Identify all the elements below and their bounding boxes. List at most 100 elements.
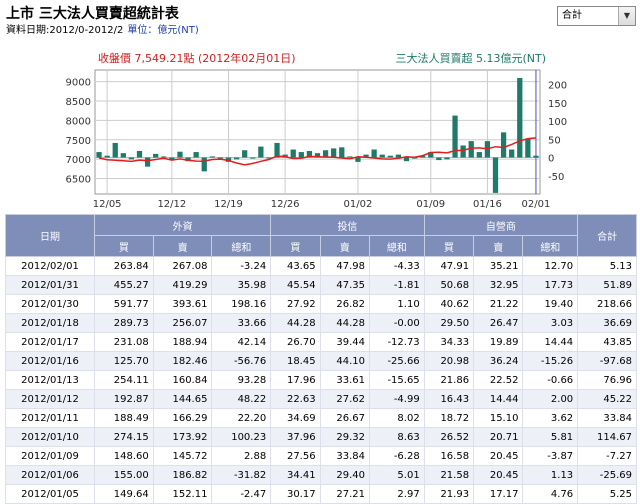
row-value-cell: 256.07 <box>152 313 213 333</box>
x-tick-label: 12/26 <box>271 199 300 210</box>
row-value-cell: 36.69 <box>577 313 637 333</box>
row-value-cell: 155.00 <box>94 465 154 485</box>
row-value-cell: -3.87 <box>522 446 579 466</box>
row-value-cell: 591.77 <box>94 294 154 314</box>
row-date-cell: 2012/01/09 <box>5 446 95 466</box>
row-value-cell: 20.45 <box>473 446 524 466</box>
row-value-cell: -31.82 <box>211 465 272 485</box>
row-date-cell: 2012/01/05 <box>5 484 95 504</box>
table-row: 2012/01/05 149.64 152.11 -2.47 30.17 27.21 2.9… <box>5 484 637 504</box>
date-range: 資料日期:2012/0-2012/2 <box>6 25 124 36</box>
right-tick-label: 100 <box>548 117 567 128</box>
col-header-total: 合計 <box>577 214 637 257</box>
row-value-cell: 44.10 <box>319 351 370 371</box>
net-buy-bar <box>209 156 215 158</box>
row-value-cell: -2.47 <box>211 484 272 504</box>
row-value-cell: 26.82 <box>319 294 370 314</box>
net-buy-bar <box>144 157 151 167</box>
right-tick-label: 50 <box>548 135 561 146</box>
row-value-cell: 93.28 <box>211 370 272 390</box>
row-value-cell: 27.56 <box>270 446 321 466</box>
row-value-cell: 35.21 <box>473 256 524 276</box>
net-buy-bar <box>104 155 110 158</box>
left-tick-label: 9000 <box>66 78 91 89</box>
row-value-cell: 18.45 <box>270 351 321 371</box>
net-buy-bar <box>517 78 523 158</box>
plot-frame <box>94 69 541 195</box>
row-value-cell: 20.45 <box>473 465 524 485</box>
net-buy-bar <box>379 154 385 158</box>
row-value-cell: 8.63 <box>368 427 425 447</box>
table-row: 2012/01/31 455.27 419.29 35.98 45.54 47.35 -1.… <box>5 275 637 295</box>
row-value-cell: 182.46 <box>152 351 213 371</box>
table-row: 2012/01/09 148.60 145.72 2.88 27.56 33.84 -6.2… <box>5 446 637 466</box>
net-buy-bar <box>500 132 507 158</box>
row-date-cell: 2012/01/11 <box>5 408 95 428</box>
row-value-cell: 173.92 <box>152 427 213 447</box>
row-value-cell: 44.28 <box>270 313 321 333</box>
row-value-cell: 2.97 <box>368 484 425 504</box>
row-value-cell: -56.76 <box>211 351 272 371</box>
summary-type-select[interactable]: 合計 ▼ <box>557 6 636 26</box>
page-title: 上市 三大法人買賣超統計表 <box>6 6 179 22</box>
row-value-cell: 419.29 <box>152 275 213 295</box>
row-date-cell: 2012/01/30 <box>5 294 95 314</box>
row-value-cell: 36.24 <box>473 351 524 371</box>
row-value-cell: 274.15 <box>94 427 154 447</box>
row-value-cell: 32.95 <box>473 275 524 295</box>
row-value-cell: -97.68 <box>577 351 637 371</box>
x-tick-label: 12/12 <box>157 199 186 210</box>
row-value-cell: 5.01 <box>368 465 425 485</box>
row-value-cell: 3.03 <box>522 313 579 333</box>
row-value-cell: 76.96 <box>577 370 637 390</box>
row-value-cell: -7.27 <box>577 446 637 466</box>
net-buy-bar <box>250 157 256 159</box>
row-value-cell: 47.91 <box>423 256 475 276</box>
net-buy-bar <box>533 155 539 158</box>
left-tick-label: 8500 <box>66 97 91 108</box>
row-value-cell: 33.84 <box>577 408 637 428</box>
col-header-trust: 投信 <box>270 214 425 236</box>
net-buy-bar <box>136 150 143 158</box>
row-value-cell: -0.00 <box>368 313 425 333</box>
net-buy-bar <box>120 153 126 158</box>
row-value-cell: 16.43 <box>423 389 475 409</box>
row-value-cell: 186.82 <box>152 465 213 485</box>
chart-axes: 6500 7000 7500 8000 8500 9000 -50 0 50 100 150 200 1… <box>66 78 568 210</box>
x-tick-label: 01/02 <box>344 199 373 210</box>
row-date-cell: 2012/01/06 <box>5 465 95 485</box>
row-value-cell: 26.52 <box>423 427 475 447</box>
row-value-cell: 27.92 <box>270 294 321 314</box>
x-tick-label: 02/01 <box>522 199 551 210</box>
row-value-cell: 44.28 <box>319 313 370 333</box>
row-value-cell: 267.08 <box>152 256 213 276</box>
row-value-cell: 14.44 <box>522 332 579 352</box>
net-buy-bar <box>355 157 361 162</box>
net-buy-bar <box>395 154 402 158</box>
row-value-cell: -15.65 <box>368 370 425 390</box>
row-value-cell: 114.67 <box>577 427 637 447</box>
row-value-cell: 45.54 <box>270 275 321 295</box>
row-value-cell: 26.67 <box>319 408 370 428</box>
net-buy-bar <box>290 149 296 158</box>
net-buy-bar <box>387 155 393 158</box>
sub-header-row: 買 賣 總和 買 賣 總和 買 賣 總和 <box>6 235 637 257</box>
net-buy-bar <box>96 152 102 158</box>
institutional-trading-table: 日期 外資 投信 自營商 合計 買 賣 總和 買 賣 總和 買 賣 總和 201… <box>5 214 637 504</box>
net-buy-bar <box>444 157 450 160</box>
row-value-cell: 231.08 <box>94 332 154 352</box>
row-value-cell: 22.20 <box>211 408 272 428</box>
row-value-cell: 166.29 <box>152 408 213 428</box>
net-buy-bar <box>298 152 304 158</box>
chevron-down-icon[interactable]: ▼ <box>618 7 635 25</box>
row-value-cell: -1.81 <box>368 275 425 295</box>
row-value-cell: -15.26 <box>522 351 579 371</box>
row-value-cell: 48.22 <box>211 389 272 409</box>
row-value-cell: 29.50 <box>423 313 475 333</box>
sub-header-net: 總和 <box>368 235 425 257</box>
row-value-cell: 5.81 <box>522 427 579 447</box>
select-value: 合計 <box>562 10 582 21</box>
row-date-cell: 2012/02/01 <box>5 256 95 276</box>
row-value-cell: 35.98 <box>211 275 272 295</box>
row-value-cell: 3.62 <box>522 408 579 428</box>
